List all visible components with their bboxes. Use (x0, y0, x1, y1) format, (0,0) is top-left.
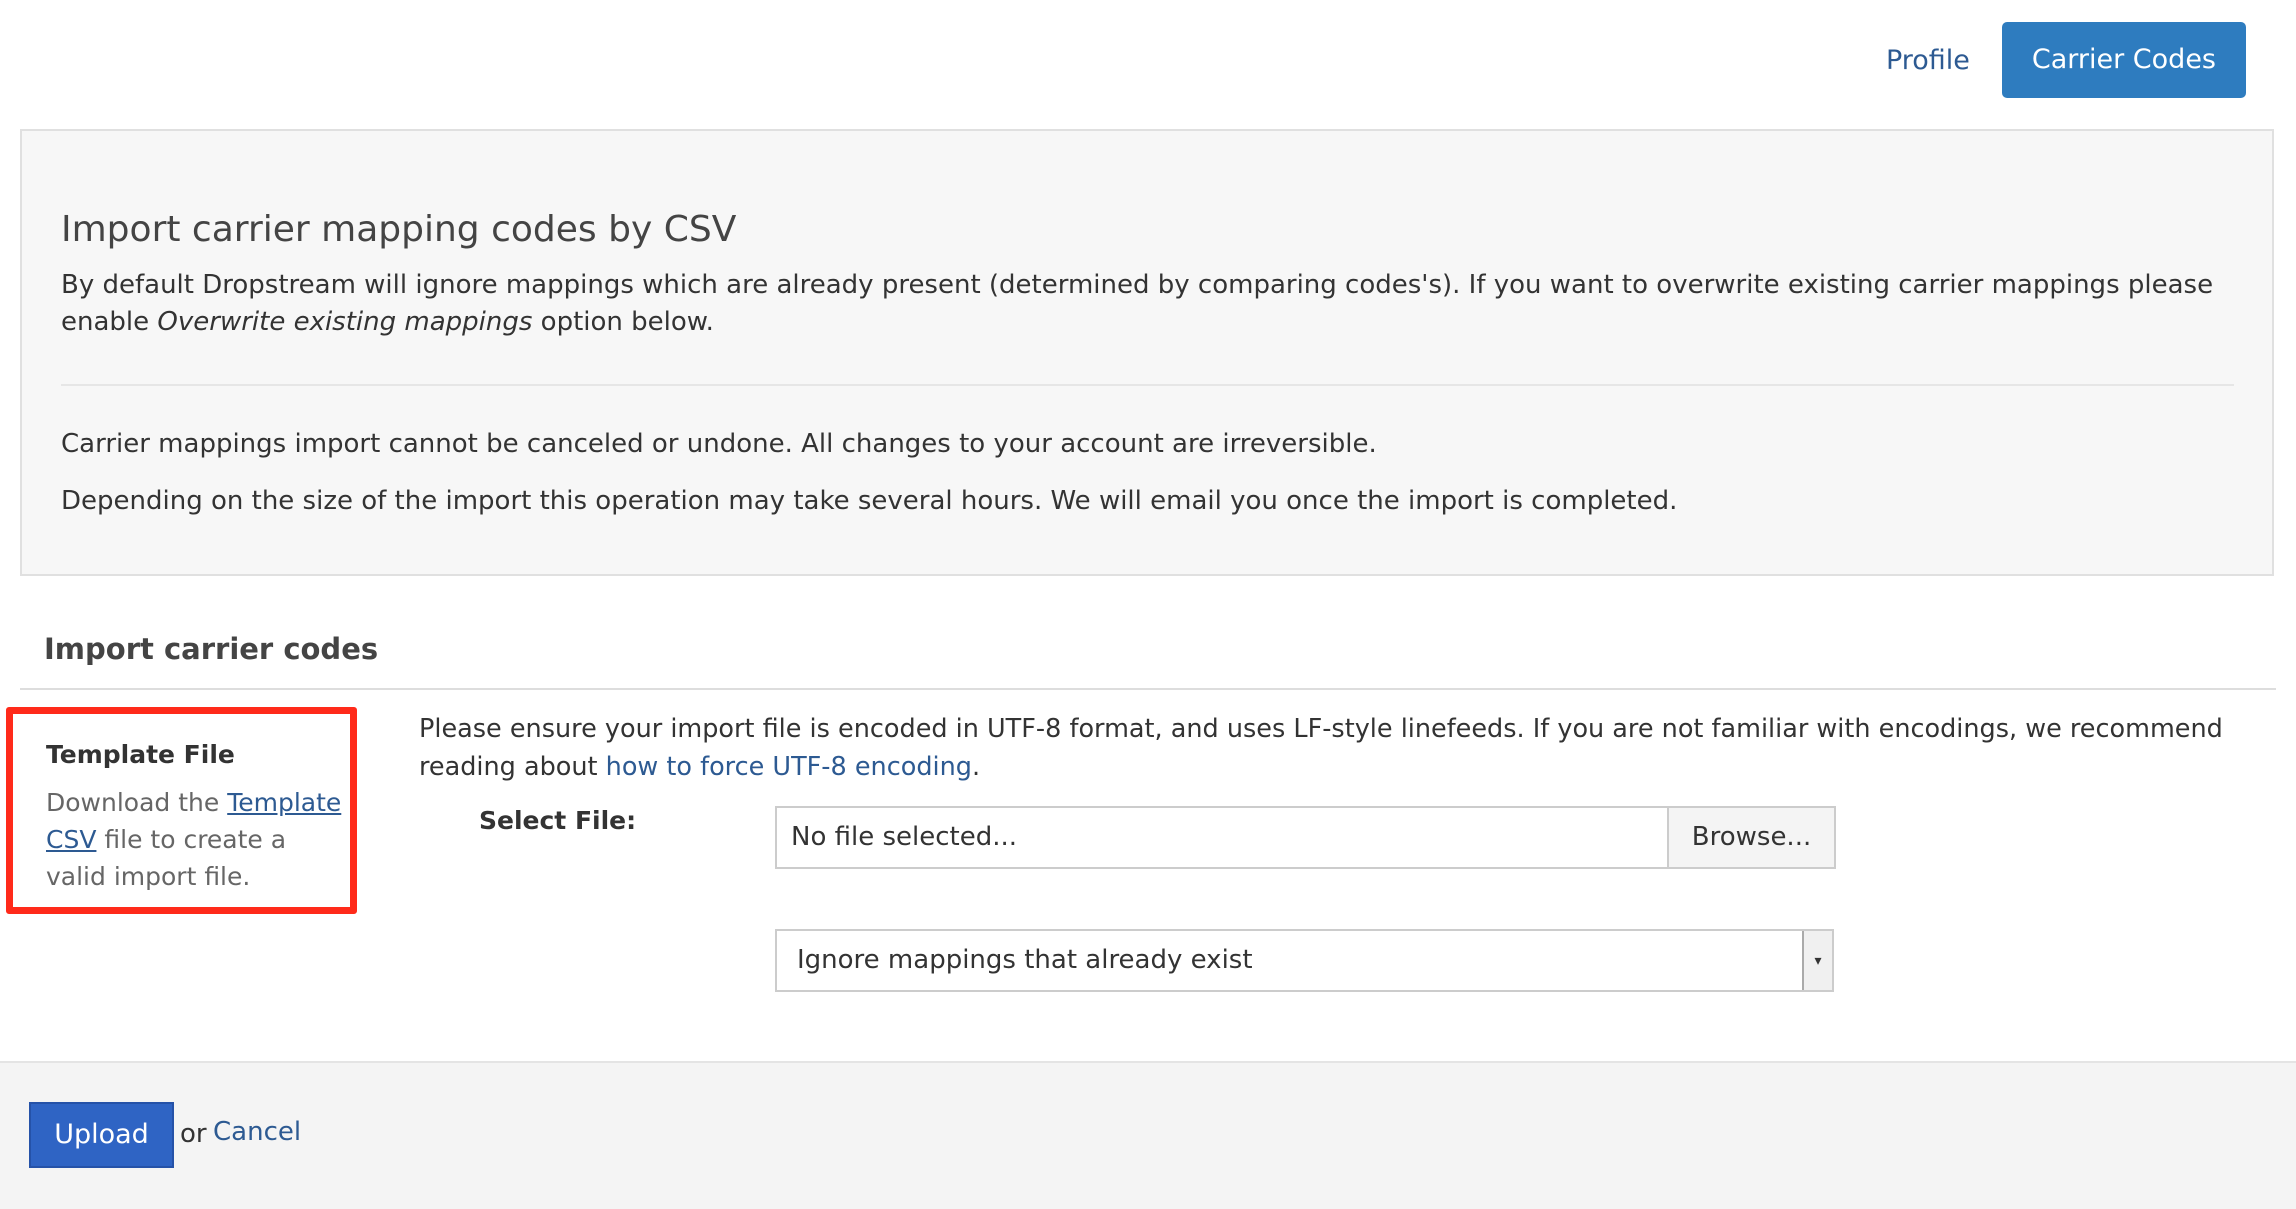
file-input[interactable]: No file selected... Browse... (775, 806, 1836, 869)
top-nav: Profile Carrier Codes (1886, 22, 2246, 98)
carrier-codes-button[interactable]: Carrier Codes (2001, 22, 2246, 98)
info-divider (61, 384, 2234, 386)
info-panel: Import carrier mapping codes by CSV By d… (20, 129, 2274, 576)
profile-link[interactable]: Profile (1886, 45, 1970, 76)
dropdown-arrow-icon[interactable]: ▾ (1802, 931, 1832, 990)
encoding-text-segment: . (971, 752, 981, 782)
info-duration-text: Depending on the size of the import this… (61, 486, 1678, 516)
section-title: Import carrier codes (44, 632, 379, 666)
file-input-value[interactable]: No file selected... (777, 808, 1667, 867)
utf8-encoding-link[interactable]: how to force UTF-8 encoding (606, 752, 972, 782)
select-file-label: Select File: (479, 806, 637, 835)
or-text: or (180, 1119, 207, 1149)
overwrite-option-name: Overwrite existing mappings (157, 307, 533, 337)
template-file-title: Template File (46, 740, 235, 769)
cancel-link[interactable]: Cancel (213, 1117, 301, 1147)
info-irreversible-text: Carrier mappings import cannot be cancel… (61, 429, 1377, 459)
browse-button[interactable]: Browse... (1667, 808, 1834, 867)
template-file-panel: Template File Download the Template CSV … (6, 707, 357, 914)
upload-button[interactable]: Upload (29, 1102, 174, 1168)
section-divider (20, 688, 2276, 690)
info-text-segment: option below. (532, 307, 714, 337)
import-mode-value: Ignore mappings that already exist (797, 945, 1253, 975)
form-footer: Upload or Cancel (0, 1061, 2296, 1209)
template-file-text: Download the Template CSV file to create… (46, 784, 346, 895)
import-mode-select[interactable]: Ignore mappings that already exist ▾ (775, 929, 1834, 992)
info-default-behavior-text: By default Dropstream will ignore mappin… (61, 267, 2261, 341)
template-text-segment: Download the (46, 788, 228, 817)
encoding-notice: Please ensure your import file is encode… (419, 710, 2259, 786)
info-title: Import carrier mapping codes by CSV (61, 209, 737, 250)
